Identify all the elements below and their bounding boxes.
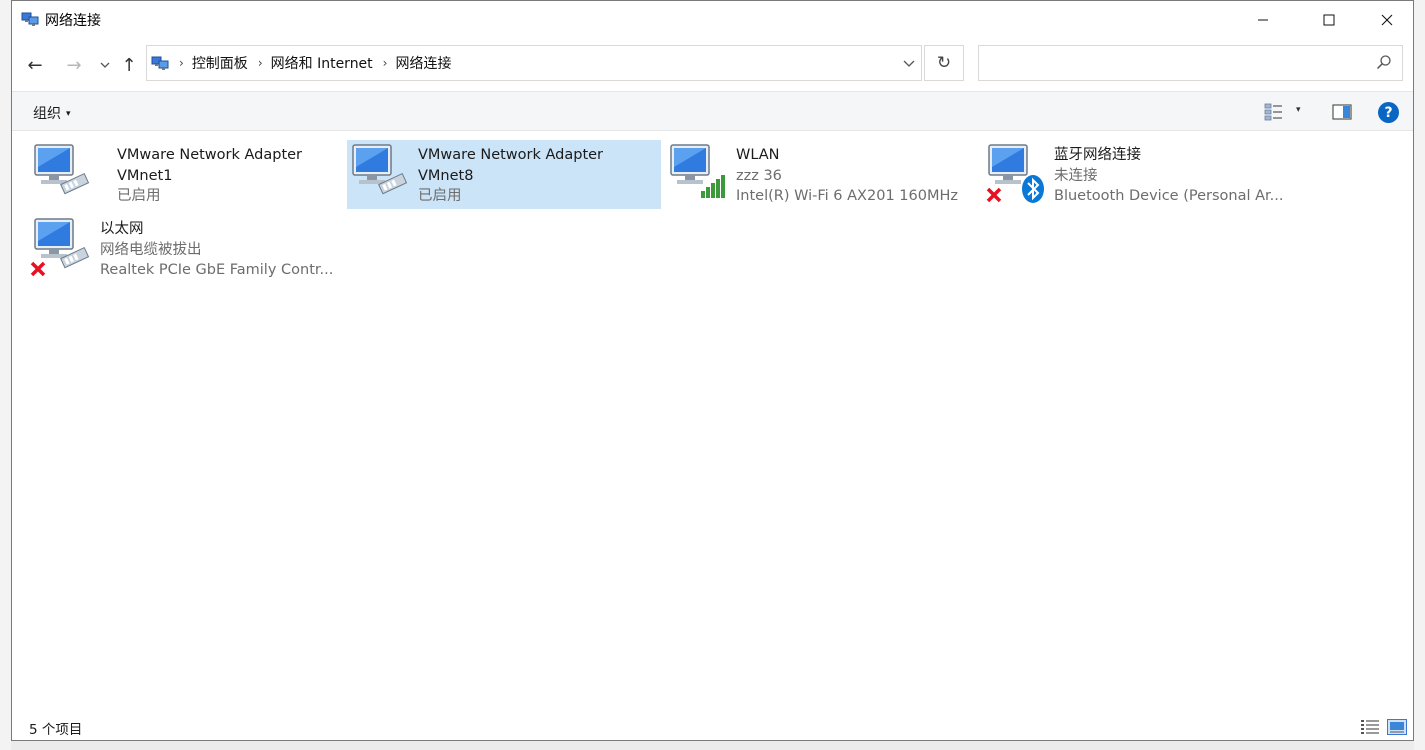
connection-device: Bluetooth Device (Personal Ar... (1054, 188, 1284, 204)
breadcrumb-separator[interactable]: › (258, 56, 263, 70)
chevron-down-icon (100, 62, 110, 68)
breadcrumb-network-connections[interactable]: 网络连接 (395, 53, 451, 73)
disconnected-x-icon (986, 187, 1002, 203)
network-connections-window: 网络连接 ← → ↑ › 控制面板 › 网络和 Internet › 网络连接 … (11, 0, 1414, 741)
bluetooth-icon (1022, 175, 1044, 203)
connection-text: VMware Network Adapter VMnet1 已启用 (117, 145, 302, 207)
ethernet-adapter-icon (34, 144, 90, 195)
maximize-button[interactable] (1300, 1, 1358, 39)
title-bar: 网络连接 (12, 1, 1413, 39)
connection-status: 未连接 (1054, 167, 1098, 184)
view-options-chevron-icon[interactable]: ▾ (1296, 105, 1301, 115)
chevron-down-icon: ▾ (66, 109, 71, 119)
connection-text: VMware Network Adapter VMnet8 已启用 (418, 145, 603, 207)
network-folder-icon (151, 56, 169, 70)
organize-label: 组织 (33, 106, 61, 122)
command-bar: 组织 ▾ ▾ ? (12, 91, 1413, 131)
close-button[interactable] (1358, 1, 1413, 39)
connection-name: 蓝牙网络连接 (1054, 147, 1141, 163)
help-button[interactable]: ? (1378, 102, 1399, 123)
disconnected-x-icon (30, 261, 46, 277)
connection-text: WLAN zzz 36 Intel(R) Wi-Fi 6 AX201 160MH… (736, 145, 958, 207)
connection-status: 已启用 (117, 188, 161, 204)
background-window-edge-right (1414, 0, 1425, 750)
connection-name: 以太网 (100, 221, 144, 237)
address-history-dropdown-icon[interactable] (903, 54, 915, 72)
ethernet-adapter-icon (352, 144, 408, 195)
ethernet-adapter-icon (30, 218, 90, 277)
connection-status: 网络电缆被拔出 (100, 241, 202, 258)
breadcrumb-separator[interactable]: › (383, 56, 388, 70)
connection-device: Intel(R) Wi-Fi 6 AX201 160MHz (736, 188, 958, 204)
signal-bars-icon (701, 175, 725, 198)
item-count: 5 个项目 (29, 722, 83, 738)
arrow-right-icon: → (66, 54, 82, 76)
connection-item-wlan[interactable]: WLAN zzz 36 Intel(R) Wi-Fi 6 AX201 160MH… (665, 141, 981, 210)
background-taskbar-strip (11, 741, 1414, 750)
connection-item-ethernet[interactable]: 以太网 网络电缆被拔出 Realtek PCIe GbE Family Cont… (29, 215, 345, 284)
connection-item-vmnet8[interactable]: VMware Network Adapter VMnet8 已启用 (347, 140, 661, 209)
refresh-icon: ↻ (936, 53, 952, 73)
help-icon: ? (1384, 104, 1393, 121)
close-icon (1381, 14, 1393, 26)
refresh-button[interactable]: ↻ (924, 45, 964, 81)
bluetooth-adapter-icon (986, 144, 1044, 203)
organize-menu-button[interactable]: 组织 ▾ (33, 103, 71, 123)
change-view-icon[interactable] (1264, 103, 1284, 121)
forward-button[interactable]: → (61, 52, 87, 78)
arrow-up-icon: ↑ (121, 54, 137, 76)
minimize-icon (1258, 19, 1268, 21)
address-bar[interactable]: › 控制面板 › 网络和 Internet › 网络连接 (146, 45, 922, 81)
search-input[interactable] (978, 45, 1403, 81)
back-button[interactable]: ← (22, 52, 48, 78)
up-button[interactable]: ↑ (116, 52, 142, 78)
breadcrumb-separator[interactable]: › (179, 56, 184, 70)
connection-item-bluetooth[interactable]: 蓝牙网络连接 未连接 Bluetooth Device (Personal Ar… (983, 141, 1299, 210)
connection-name: WLAN (736, 147, 780, 163)
network-folder-icon (21, 12, 39, 26)
search-icon (1376, 55, 1391, 70)
large-icons-view-icon[interactable] (1387, 719, 1407, 735)
preview-pane-icon[interactable] (1332, 104, 1352, 120)
connection-text: 蓝牙网络连接 未连接 Bluetooth Device (Personal Ar… (1054, 145, 1283, 207)
details-view-icon[interactable] (1361, 720, 1379, 734)
arrow-left-icon: ← (27, 54, 43, 76)
connection-device: VMnet8 (418, 167, 474, 184)
minimize-button[interactable] (1234, 1, 1292, 39)
maximize-icon (1323, 14, 1335, 26)
recent-locations-button[interactable] (92, 52, 118, 78)
navigation-bar: ← → ↑ › 控制面板 › 网络和 Internet › 网络连接 ↻ (12, 39, 1413, 89)
connection-text: 以太网 网络电缆被拔出 Realtek PCIe GbE Family Cont… (100, 219, 333, 281)
wifi-adapter-icon (670, 144, 725, 198)
connection-name: VMware Network Adapter (117, 147, 303, 163)
background-window-edge-left (0, 0, 11, 750)
status-bar: 5 个项目 (12, 713, 1413, 740)
breadcrumb-network-internet[interactable]: 网络和 Internet (271, 53, 373, 73)
connection-item-vmnet1[interactable]: VMware Network Adapter VMnet1 已启用 (29, 141, 345, 210)
connection-device: Realtek PCIe GbE Family Contr... (100, 262, 334, 278)
connection-status: 已启用 (418, 188, 462, 204)
connection-network: zzz 36 (736, 167, 782, 184)
window-title: 网络连接 (45, 13, 101, 29)
connection-name: VMware Network Adapter (418, 147, 604, 163)
breadcrumb-control-panel[interactable]: 控制面板 (192, 53, 248, 73)
connection-device: VMnet1 (117, 167, 173, 184)
